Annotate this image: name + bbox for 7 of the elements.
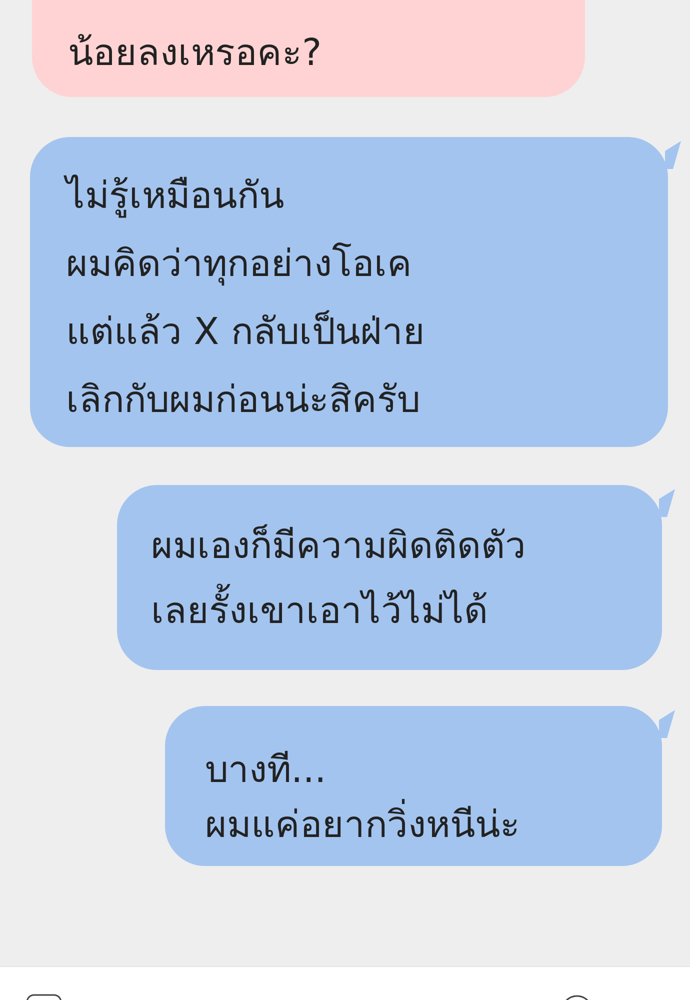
incoming-message-bubble: น้อยลงเหรอคะ? <box>32 0 585 97</box>
bubble-tail-icon <box>659 489 675 517</box>
outgoing-message-bubble: ไม่รู้เหมือนกัน ผมคิดว่าทุกอย่างโอเค แต่แล้ว X กลับเป็นฝ่าย เลิกกับผมก่อนน่ะสิครับ <box>30 137 668 447</box>
bubble-tail-icon <box>659 710 675 738</box>
bubble-tail-icon <box>665 141 681 169</box>
outgoing-message-bubble: ผมเองก็มีความผิดติดตัว เลยรั้งเขาเอาไว้ไม่ได้ <box>117 485 662 670</box>
outgoing-message-bubble: บางที... ผมแค่อยากวิ่งหนีน่ะ <box>165 706 662 866</box>
